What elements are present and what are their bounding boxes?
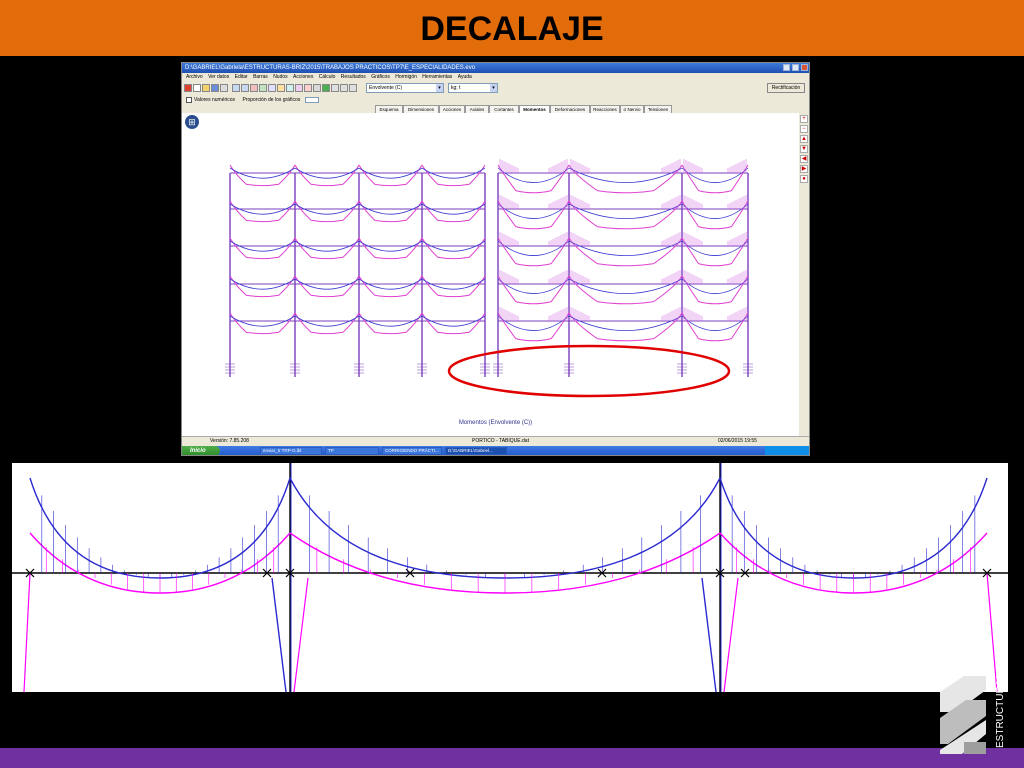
menu-item-editar[interactable]: Editar: [235, 74, 248, 80]
menu-item-hormigon[interactable]: Hormigón: [395, 74, 417, 80]
moment-diagram-canvas[interactable]: [182, 113, 798, 436]
numeric-values-checkbox[interactable]: [186, 96, 192, 103]
delete-icon[interactable]: [304, 84, 312, 92]
exit-icon[interactable]: [184, 84, 192, 92]
system-tray: [765, 446, 809, 455]
maximize-icon[interactable]: [792, 64, 799, 71]
tab-sigma-nervio[interactable]: σ Nervio: [620, 105, 644, 113]
chevron-down-icon[interactable]: ▾: [490, 84, 497, 92]
menu-bar: Archivo Ver datos Editar Barras Nudos Ac…: [182, 73, 809, 82]
proportion-spinner[interactable]: [304, 96, 319, 103]
menu-item-archivo[interactable]: Archivo: [186, 74, 203, 80]
tab-cortantes[interactable]: Cortantes: [489, 105, 519, 113]
tab-tensiones[interactable]: Tensiones: [644, 105, 672, 113]
options-row: Valores numéricos Proporción de los gráf…: [182, 95, 809, 105]
menu-item-ayuda[interactable]: Ayuda: [458, 74, 472, 80]
tab-deformaciones[interactable]: Deformaciones: [550, 105, 590, 113]
view-grid-icon[interactable]: ⊞: [185, 115, 199, 129]
taskbar-item[interactable]: enviar_tr TRP-G.lbl: [260, 447, 322, 455]
tab-axiales[interactable]: Axiales: [465, 105, 489, 113]
open-folder-icon[interactable]: [202, 84, 210, 92]
section-icon[interactable]: [286, 84, 294, 92]
print-icon[interactable]: [220, 84, 228, 92]
table-icon[interactable]: [340, 84, 348, 92]
window-title-bar: D:\GABRIEL\Gabriela\ESTRUCTURAS-BRIZ\201…: [182, 63, 809, 73]
logo-text: ESTRUCTURAS 2 A: [995, 676, 1006, 748]
window-title: D:\GABRIEL\Gabriela\ESTRUCTURAS-BRIZ\201…: [185, 65, 476, 71]
slide-title: DECALAJE: [420, 10, 604, 48]
tab-momentos[interactable]: Momentos: [519, 105, 550, 113]
pan-down-icon[interactable]: ▼: [800, 145, 808, 153]
zoom-in-icon[interactable]: +: [800, 115, 808, 123]
logo-text-label: ESTRUCTURAS 2 A: [995, 676, 1006, 748]
moment-envelope-detail: [12, 463, 1008, 692]
minimize-icon[interactable]: [783, 64, 790, 71]
envelope-select[interactable]: Envolvente (C) ▾: [366, 83, 444, 93]
envelope-select-value: Envolvente (C): [369, 85, 403, 91]
material-icon[interactable]: [295, 84, 303, 92]
redo-icon[interactable]: [241, 84, 249, 92]
tabs-row: Esquema Dimensiones Acciones Axiales Cor…: [182, 105, 809, 113]
taskbar-item[interactable]: TP: [325, 447, 379, 455]
bar-icon[interactable]: [259, 84, 267, 92]
taskbar-item[interactable]: D:\GABRIEL\Gabriel...: [445, 447, 507, 455]
status-version: Versión: 7.85.208: [210, 438, 249, 444]
numeric-values-label: Valores numéricos: [194, 97, 236, 103]
undo-icon[interactable]: [232, 84, 240, 92]
menu-item-herramientas[interactable]: Herramientas: [422, 74, 452, 80]
zoom-out-icon[interactable]: −: [800, 125, 808, 133]
proportion-label: Proporción de los gráficos: [242, 97, 301, 103]
support-icon[interactable]: [268, 84, 276, 92]
toolbar: Envolvente (C) ▾ kg; t ▾ Rectificación: [182, 82, 809, 96]
calculate-icon[interactable]: [322, 84, 330, 92]
tab-dimensiones[interactable]: Dimensiones: [403, 105, 439, 113]
node-icon[interactable]: [250, 84, 258, 92]
chart-icon[interactable]: [349, 84, 357, 92]
menu-item-acciones[interactable]: Acciones: [293, 74, 313, 80]
highlight-ellipse: [447, 344, 731, 398]
status-file: PORTICO - TABIQUE.dat: [472, 438, 529, 444]
report-icon[interactable]: [331, 84, 339, 92]
menu-item-barras[interactable]: Barras: [253, 74, 268, 80]
new-file-icon[interactable]: [193, 84, 201, 92]
grid-icon[interactable]: [313, 84, 321, 92]
status-datetime: 02/06/2015 19:55: [718, 438, 757, 444]
frame-structure: [225, 159, 753, 377]
tab-esquema[interactable]: Esquema: [375, 105, 403, 113]
tab-acciones[interactable]: Acciones: [439, 105, 465, 113]
start-button[interactable]: Inicio: [182, 446, 220, 455]
taskbar-item[interactable]: CORRIGIENDO PRÁCTI...: [382, 447, 442, 455]
side-toolbar: + − ▲ ▼ ◀ ▶ ●: [799, 113, 809, 436]
bottom-band: [0, 748, 1024, 768]
units-select[interactable]: kg; t ▾: [448, 83, 498, 93]
load-icon[interactable]: [277, 84, 285, 92]
os-taskbar: Inicio enviar_tr TRP-G.lbl TP CORRIGIEND…: [182, 446, 809, 455]
fit-view-icon[interactable]: ●: [800, 175, 808, 183]
plot-caption: Momentos (Envolvente (C)): [458, 420, 533, 426]
tab-reacciones[interactable]: Reacciones: [590, 105, 620, 113]
pan-left-icon[interactable]: ◀: [800, 155, 808, 163]
units-select-value: kg; t: [451, 85, 461, 91]
close-icon[interactable]: [801, 64, 808, 71]
menu-item-graficos[interactable]: Gráficos: [371, 74, 390, 80]
chevron-down-icon[interactable]: ▾: [436, 84, 443, 92]
rectification-button[interactable]: Rectificación: [767, 83, 805, 93]
save-icon[interactable]: [211, 84, 219, 92]
rectification-button-label: Rectificación: [771, 85, 801, 91]
menu-item-resultados[interactable]: Resultados: [341, 74, 366, 80]
pan-up-icon[interactable]: ▲: [800, 135, 808, 143]
pan-right-icon[interactable]: ▶: [800, 165, 808, 173]
start-button-label: Inicio: [190, 448, 206, 454]
menu-item-nudos[interactable]: Nudos: [273, 74, 287, 80]
application-window: D:\GABRIEL\Gabriela\ESTRUCTURAS-BRIZ\201…: [181, 62, 810, 456]
menu-item-ver-datos[interactable]: Ver datos: [208, 74, 229, 80]
menu-item-calculo[interactable]: Cálculo: [319, 74, 336, 80]
